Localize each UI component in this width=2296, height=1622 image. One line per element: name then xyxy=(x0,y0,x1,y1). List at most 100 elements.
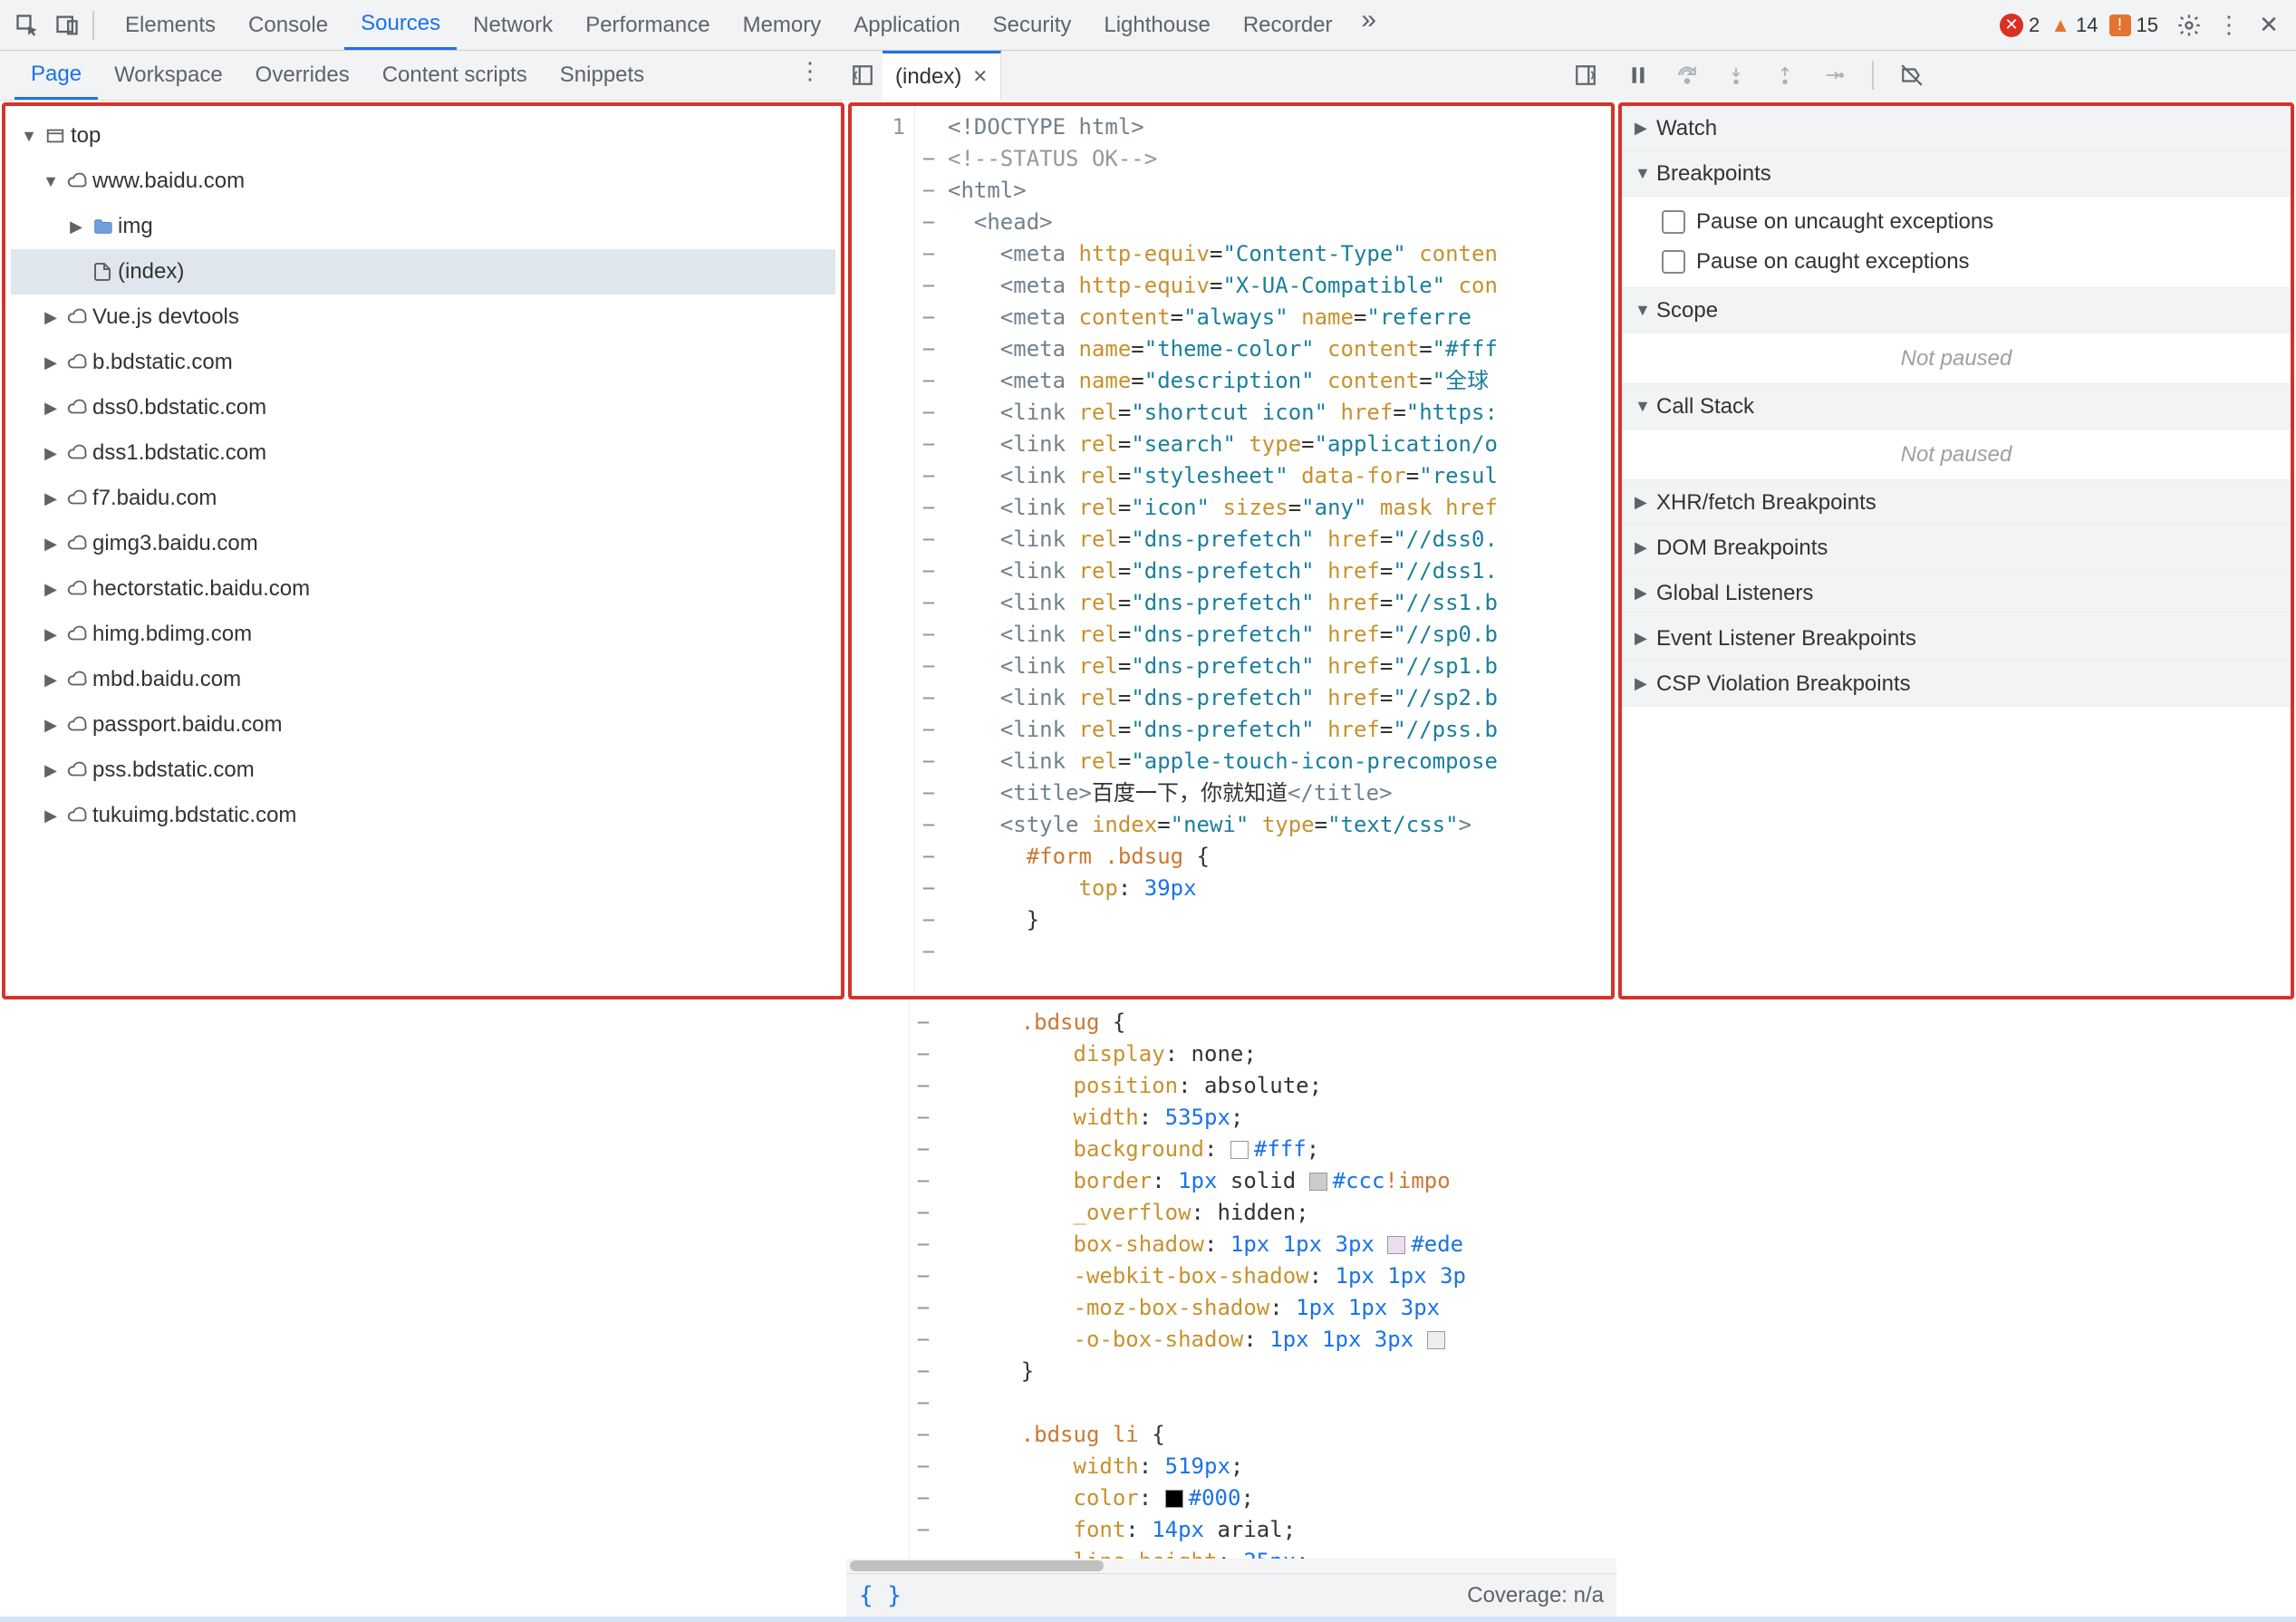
section-scope[interactable]: ▼ Scope xyxy=(1622,288,2291,333)
inspect-element-icon[interactable] xyxy=(7,5,47,45)
cloud-icon xyxy=(62,171,92,191)
info-count[interactable]: ! 15 xyxy=(2109,14,2158,37)
tree-node[interactable]: ▶passport.baidu.com xyxy=(11,702,835,748)
tree-node-label: himg.bdimg.com xyxy=(92,622,252,647)
editor-tab-index[interactable]: (index) ✕ xyxy=(883,51,1001,101)
tree-twisty-icon[interactable]: ▶ xyxy=(40,671,62,690)
tab-lighthouse[interactable]: Lighthouse xyxy=(1087,0,1226,50)
tab-sources[interactable]: Sources xyxy=(344,0,457,50)
tab-application[interactable]: Application xyxy=(837,0,976,50)
tree-twisty-icon[interactable]: ▶ xyxy=(40,806,62,825)
code-editor-continued[interactable]: −−−−−−−−−−−−−−−−−−−− .bdsug { display: n… xyxy=(846,1001,1616,1573)
subtab-workspace[interactable]: Workspace xyxy=(98,51,239,100)
file-tree[interactable]: ▼ top ▼www.baidu.com▶img(index)▶Vue.js dev… xyxy=(5,106,841,845)
close-devtools-icon[interactable]: ✕ xyxy=(2249,5,2289,45)
tab-recorder[interactable]: Recorder xyxy=(1227,0,1349,50)
console-drawer-handle[interactable] xyxy=(0,1617,2296,1622)
cloud-icon xyxy=(62,398,92,418)
section-csp-breakpoints[interactable]: ▶ CSP Violation Breakpoints xyxy=(1622,661,2291,707)
toggle-navigator-icon[interactable] xyxy=(843,63,883,87)
status-counters[interactable]: ✕ 2 ▲ 14 ! 15 xyxy=(2000,14,2158,37)
tree-twisty-icon[interactable]: ▶ xyxy=(40,716,62,735)
tree-node[interactable]: ▶img xyxy=(11,204,835,249)
pause-uncaught-checkbox[interactable]: Pause on uncaught exceptions xyxy=(1662,202,2278,242)
section-global-listeners[interactable]: ▶ Global Listeners xyxy=(1622,571,2291,616)
tree-twisty-icon[interactable]: ▶ xyxy=(40,308,62,327)
tree-twisty-icon[interactable]: ▼ xyxy=(40,172,62,191)
close-tab-icon[interactable]: ✕ xyxy=(972,65,988,88)
code-content[interactable]: .bdsug { display: none; position: absolu… xyxy=(937,1001,1616,1573)
step-icon[interactable] xyxy=(1818,65,1850,85)
tree-node[interactable]: ▼ top xyxy=(11,113,835,159)
tree-node[interactable]: ▶ himg.bdimg.com xyxy=(11,612,835,657)
fold-gutter[interactable]: −−−−−−−−−−−−−−−−−−−−−−−−−− xyxy=(915,106,942,996)
tree-twisty-icon[interactable]: ▶ xyxy=(40,625,62,644)
section-callstack[interactable]: ▼ Call Stack xyxy=(1622,384,2291,430)
tab-elements[interactable]: Elements xyxy=(109,0,232,50)
kebab-menu-icon[interactable]: ⋮ xyxy=(2209,5,2249,45)
tree-node-label: top xyxy=(71,123,101,149)
tree-node[interactable]: ▶ mbd.baidu.com xyxy=(11,657,835,702)
step-over-icon[interactable] xyxy=(1671,63,1703,87)
tree-twisty-icon[interactable]: ▶ xyxy=(40,580,62,599)
tree-twisty-icon[interactable]: ▶ xyxy=(40,535,62,554)
section-label: Global Listeners xyxy=(1656,581,1813,606)
section-label: XHR/fetch Breakpoints xyxy=(1656,490,1876,516)
tab-network[interactable]: Network xyxy=(457,0,569,50)
checkbox-icon[interactable] xyxy=(1662,250,1685,274)
warning-count[interactable]: ▲ 14 xyxy=(2050,14,2098,37)
tree-twisty-icon[interactable]: ▶ xyxy=(40,399,62,418)
checkbox-icon[interactable] xyxy=(1662,210,1685,234)
tree-node[interactable]: ▶Vue.js devtools xyxy=(11,294,835,340)
tree-node[interactable]: ▶pss.bdstatic.com xyxy=(11,748,835,793)
tab-console[interactable]: Console xyxy=(232,0,344,50)
tab-performance[interactable]: Performance xyxy=(569,0,726,50)
tree-twisty-icon[interactable]: ▶ xyxy=(40,489,62,508)
more-tabs-icon[interactable]: » xyxy=(1349,0,1389,40)
subtab-page[interactable]: Page xyxy=(14,51,98,100)
fold-gutter[interactable]: −−−−−−−−−−−−−−−−−−−− xyxy=(910,1001,937,1573)
section-watch[interactable]: ▶ Watch xyxy=(1622,106,2291,151)
tree-node[interactable]: ▶f7.baidu.com xyxy=(11,476,835,521)
section-dom-breakpoints[interactable]: ▶ DOM Breakpoints xyxy=(1622,526,2291,571)
deactivate-breakpoints-icon[interactable] xyxy=(1896,63,1928,87)
tab-security[interactable]: Security xyxy=(977,0,1088,50)
tree-twisty-icon[interactable]: ▶ xyxy=(40,444,62,463)
tree-node-label: dss1.bdstatic.com xyxy=(92,440,266,466)
toggle-debugger-icon[interactable] xyxy=(1566,63,1606,87)
tree-twisty-icon[interactable]: ▶ xyxy=(65,217,87,237)
tree-twisty-icon[interactable]: ▶ xyxy=(40,353,62,372)
section-event-listener-breakpoints[interactable]: ▶ Event Listener Breakpoints xyxy=(1622,616,2291,661)
collapse-icon: ▼ xyxy=(1635,301,1656,320)
tree-node[interactable]: ▶tukuimg.bdstatic.com xyxy=(11,793,835,838)
subtab-snippets[interactable]: Snippets xyxy=(544,51,661,100)
error-count[interactable]: ✕ 2 xyxy=(2000,14,2040,37)
tree-node[interactable]: ▶hectorstatic.baidu.com xyxy=(11,566,835,612)
scrollbar-thumb[interactable] xyxy=(850,1560,1104,1571)
code-content[interactable]: <!DOCTYPE html><!--STATUS OK--><html> <h… xyxy=(942,106,1611,996)
code-editor[interactable]: 1 −−−−−−−−−−−−−−−−−−−−−−−−−− <!DOCTYPE h… xyxy=(852,106,1611,996)
subtab-content-scripts[interactable]: Content scripts xyxy=(366,51,544,100)
tree-twisty-icon[interactable]: ▼ xyxy=(18,127,40,146)
settings-icon[interactable] xyxy=(2169,5,2209,45)
sources-kebab-icon[interactable]: ⋮ xyxy=(790,51,830,91)
tree-node[interactable]: ▶gimg3.baidu.com xyxy=(11,521,835,566)
tab-memory[interactable]: Memory xyxy=(727,0,838,50)
step-out-icon[interactable] xyxy=(1769,63,1801,88)
pause-script-icon[interactable] xyxy=(1622,63,1654,87)
tree-node[interactable]: ▶ dss1.bdstatic.com xyxy=(11,430,835,476)
section-breakpoints[interactable]: ▼ Breakpoints xyxy=(1622,151,2291,197)
subtab-overrides[interactable]: Overrides xyxy=(239,51,366,100)
step-into-icon[interactable] xyxy=(1720,63,1752,88)
device-toolbar-icon[interactable] xyxy=(47,5,87,45)
tree-node-label: mbd.baidu.com xyxy=(92,667,241,692)
tree-node[interactable]: ▼www.baidu.com xyxy=(11,159,835,204)
tree-node[interactable]: ▶dss0.bdstatic.com xyxy=(11,385,835,430)
pretty-print-button[interactable]: { } xyxy=(859,1582,902,1609)
horizontal-scrollbar[interactable] xyxy=(846,1559,1616,1573)
tree-twisty-icon[interactable]: ▶ xyxy=(40,761,62,780)
tree-node[interactable]: ▶b.bdstatic.com xyxy=(11,340,835,385)
tree-node[interactable]: (index) xyxy=(11,249,835,294)
section-xhr-breakpoints[interactable]: ▶ XHR/fetch Breakpoints xyxy=(1622,480,2291,526)
pause-caught-checkbox[interactable]: Pause on caught exceptions xyxy=(1662,242,2278,282)
